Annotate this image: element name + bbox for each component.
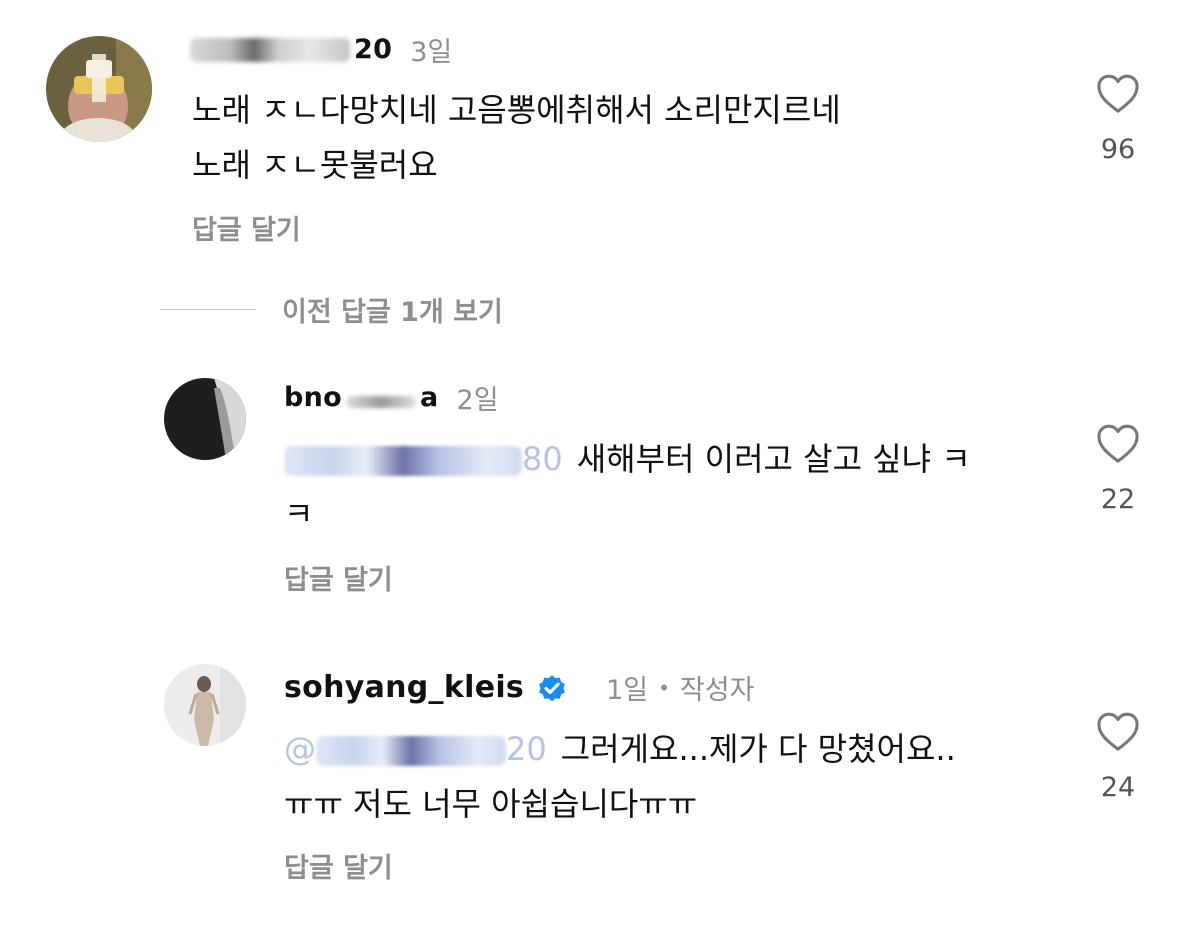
comment-2: bno a 2일 80 새해부터 이러고 살고 싶냐 ㅋ ㅋ 답글 달기 22: [0, 360, 1200, 610]
username[interactable]: 20: [354, 34, 392, 65]
avatar[interactable]: [164, 664, 246, 746]
view-previous-replies[interactable]: 이전 답글 1개 보기: [160, 290, 503, 329]
comment-text: 노래 ㅈㄴ다망치네 고음뽕에취해서 소리만지르네 노래 ㅈㄴ못불러요: [192, 83, 841, 193]
view-previous-replies-label: 이전 답글 1개 보기: [282, 297, 503, 328]
heart-outline-icon[interactable]: [1095, 72, 1141, 114]
comment-text-content: 새해부터 이러고 살고 싶냐 ㅋ: [576, 440, 971, 478]
timestamp: 2일: [456, 385, 499, 416]
comment-text-line: 노래 ㅈㄴ다망치네 고음뽕에취해서 소리만지르네: [192, 91, 841, 129]
comment-text: @20 그러게요...제가 다 망쳤어요.. ㅠㅠ 저도 너무 아쉽습니다ㅠㅠ: [284, 722, 956, 832]
redacted-mention[interactable]: [316, 736, 506, 766]
comment-text-line: 80 새해부터 이러고 살고 싶냐 ㅋ: [284, 432, 971, 487]
avatar[interactable]: [164, 378, 246, 460]
like-count: 22: [1100, 484, 1136, 515]
reply-button[interactable]: 답글 달기: [284, 558, 393, 597]
redacted-username: [190, 37, 350, 62]
divider: [160, 309, 256, 310]
like-count: 24: [1100, 772, 1136, 803]
heart-outline-icon[interactable]: [1095, 710, 1141, 752]
timestamp: 3일: [410, 37, 453, 68]
comment-text-line: ㅋ: [284, 495, 314, 533]
heart-outline-icon[interactable]: [1095, 422, 1141, 464]
mention-suffix[interactable]: 20: [506, 730, 547, 768]
comment-text-line: @20 그러게요...제가 다 망쳤어요..: [284, 722, 956, 777]
mention-at[interactable]: @: [284, 730, 316, 768]
comment-meta: sohyang_kleis 1일 • 작성자: [284, 668, 754, 707]
comment-text: 80 새해부터 이러고 살고 싶냐 ㅋ ㅋ: [284, 432, 971, 542]
comment-meta: 20 3일: [190, 30, 452, 69]
comment-text-line: ㅠㅠ 저도 너무 아쉽습니다ㅠㅠ: [284, 785, 698, 823]
author-badge: 작성자: [679, 675, 755, 706]
redacted-mention[interactable]: [284, 446, 522, 476]
avatar[interactable]: [46, 36, 152, 142]
comment-3: sohyang_kleis 1일 • 작성자 @20 그러게요...제가 다 망쳤…: [0, 650, 1200, 910]
redacted-username: [346, 395, 416, 408]
username-suffix[interactable]: a: [420, 382, 439, 413]
username-prefix[interactable]: bno: [284, 382, 342, 413]
comment-meta: bno a 2일: [284, 378, 499, 417]
like-control: 96: [1088, 72, 1148, 165]
like-count: 96: [1100, 134, 1136, 165]
comment-1: 20 3일 노래 ㅈㄴ다망치네 고음뽕에취해서 소리만지르네 노래 ㅈㄴ못불러요…: [0, 0, 1200, 260]
reply-button[interactable]: 답글 달기: [284, 846, 393, 885]
separator-dot: •: [658, 675, 670, 700]
verified-badge-icon: [539, 674, 566, 701]
username[interactable]: sohyang_kleis: [284, 670, 524, 705]
mention-suffix[interactable]: 80: [522, 440, 563, 478]
like-control: 22: [1088, 422, 1148, 515]
timestamp: 1일: [606, 675, 649, 706]
reply-button[interactable]: 답글 달기: [192, 208, 301, 247]
like-control: 24: [1088, 710, 1148, 803]
comment-text-line: 노래 ㅈㄴ못불러요: [192, 146, 438, 184]
comment-text-content: 그러게요...제가 다 망쳤어요..: [560, 730, 956, 768]
